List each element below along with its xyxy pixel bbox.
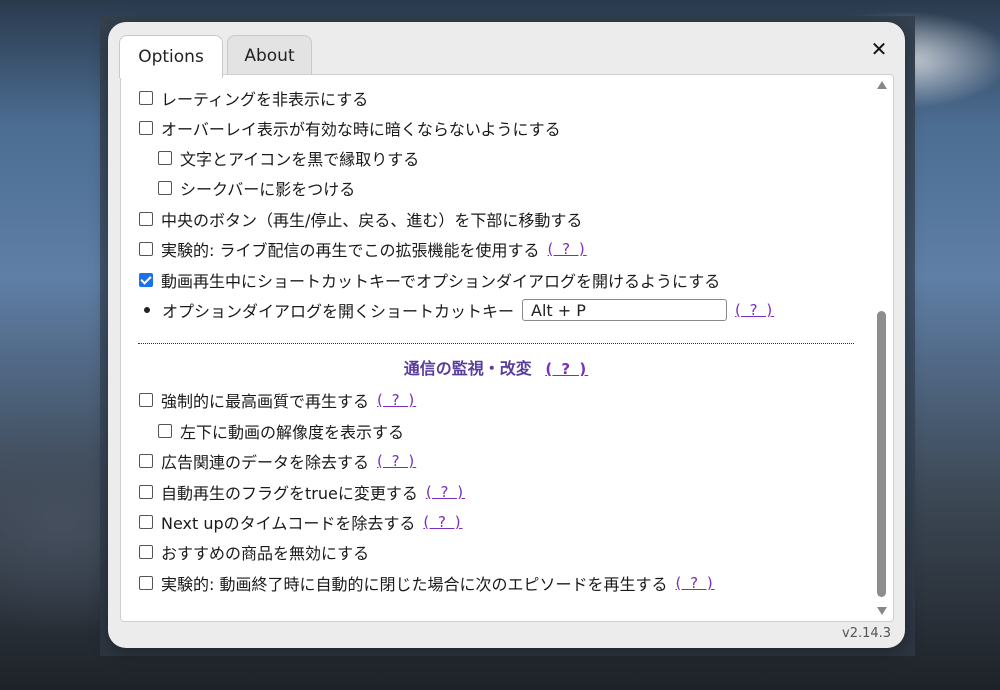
option-remove-next-up[interactable]: Next upのタイムコードを除去する ( ? ) xyxy=(139,507,463,537)
tab-options[interactable]: Options xyxy=(119,35,223,78)
checkbox-checked[interactable] xyxy=(139,273,153,287)
option-live-stream[interactable]: 実験的: ライブ配信の再生でこの拡張機能を使用する ( ? ) xyxy=(139,234,587,264)
option-remove-ads[interactable]: 広告関連のデータを除去する ( ? ) xyxy=(139,446,416,476)
tab-about[interactable]: About xyxy=(227,35,312,75)
option-no-dim-overlay[interactable]: オーバーレイ表示が有効な時に暗くならないようにする xyxy=(139,113,561,143)
checkbox[interactable] xyxy=(158,151,172,165)
checkbox[interactable] xyxy=(139,485,153,499)
option-autoplay-flag[interactable]: 自動再生のフラグをtrueに変更する ( ? ) xyxy=(139,477,465,507)
option-seekbar-shadow[interactable]: シークバーに影をつける xyxy=(158,173,355,203)
shortcut-setting: オプションダイアログを開くショートカットキー Alt + P ( ? ) xyxy=(141,295,774,325)
option-show-resolution[interactable]: 左下に動画の解像度を表示する xyxy=(158,416,404,446)
help-link[interactable]: ( ? ) xyxy=(547,240,586,258)
option-label: 文字とアイコンを黒で縁取りする xyxy=(180,150,420,169)
shortcut-input[interactable]: Alt + P xyxy=(522,299,728,321)
checkbox[interactable] xyxy=(139,515,153,529)
section-title: 通信の監視・改変 ( ? ) xyxy=(121,355,871,379)
option-play-next-episode[interactable]: 実験的: 動画終了時に自動的に閉じた場合に次のエピソードを再生する ( ? ) xyxy=(139,568,715,598)
help-link[interactable]: ( ? ) xyxy=(423,513,462,531)
option-move-center-buttons[interactable]: 中央のボタン（再生/停止、戻る、進む）を下部に移動する xyxy=(139,204,582,234)
options-dialog: Options About ✕ レーティングを非表示にする オーバーレイ表示が有… xyxy=(108,22,905,648)
checkbox[interactable] xyxy=(139,454,153,468)
checkbox[interactable] xyxy=(139,121,153,135)
option-label: 広告関連のデータを除去する xyxy=(161,453,370,472)
option-hide-rating[interactable]: レーティングを非表示にする xyxy=(139,83,368,113)
scroll-up-icon[interactable] xyxy=(877,81,887,89)
option-label: シークバーに影をつける xyxy=(180,180,356,199)
section-title-text: 通信の監視・改変 xyxy=(403,359,532,378)
shortcut-label: オプションダイアログを開くショートカットキー xyxy=(162,302,515,321)
section-divider xyxy=(138,343,854,344)
option-label: Next upのタイムコードを除去する xyxy=(161,514,416,533)
checkbox[interactable] xyxy=(139,576,153,590)
help-link[interactable]: ( ? ) xyxy=(675,574,714,592)
help-link[interactable]: ( ? ) xyxy=(735,301,774,319)
option-disable-recommendations[interactable]: おすすめの商品を無効にする xyxy=(139,537,369,567)
bullet-icon xyxy=(144,307,150,313)
option-label: 中央のボタン（再生/停止、戻る、進む）を下部に移動する xyxy=(161,211,583,230)
help-link[interactable]: ( ? ) xyxy=(377,391,416,409)
option-black-outline[interactable]: 文字とアイコンを黒で縁取りする xyxy=(158,143,419,173)
checkbox[interactable] xyxy=(139,545,153,559)
scrollbar-thumb[interactable] xyxy=(877,311,886,597)
options-panel: レーティングを非表示にする オーバーレイ表示が有効な時に暗くならないようにする … xyxy=(120,74,894,622)
option-label: 自動再生のフラグをtrueに変更する xyxy=(161,484,418,503)
close-icon[interactable]: ✕ xyxy=(868,37,890,61)
scrollbar[interactable] xyxy=(873,75,891,621)
checkbox[interactable] xyxy=(139,393,153,407)
option-label: レーティングを非表示にする xyxy=(161,90,369,109)
checkbox[interactable] xyxy=(139,91,153,105)
option-label: 強制的に最高画質で再生する xyxy=(161,392,370,411)
checkbox[interactable] xyxy=(158,181,172,195)
option-label: おすすめの商品を無効にする xyxy=(161,544,370,563)
checkbox[interactable] xyxy=(139,212,153,226)
option-label: 実験的: ライブ配信の再生でこの拡張機能を使用する xyxy=(161,241,540,260)
checkbox[interactable] xyxy=(158,424,172,438)
version-label: v2.14.3 xyxy=(842,626,892,641)
option-label: 左下に動画の解像度を表示する xyxy=(180,423,405,442)
checkbox[interactable] xyxy=(139,242,153,256)
help-link[interactable]: ( ? ) xyxy=(426,483,465,501)
option-label: 実験的: 動画終了時に自動的に閉じた場合に次のエピソードを再生する xyxy=(161,575,668,594)
help-link[interactable]: ( ? ) xyxy=(545,360,588,378)
option-label: 動画再生中にショートカットキーでオプションダイアログを開けるようにする xyxy=(161,272,721,291)
option-shortcut-enable[interactable]: 動画再生中にショートカットキーでオプションダイアログを開けるようにする xyxy=(139,265,720,295)
option-force-max-quality[interactable]: 強制的に最高画質で再生する ( ? ) xyxy=(139,385,416,415)
help-link[interactable]: ( ? ) xyxy=(377,452,416,470)
scroll-down-icon[interactable] xyxy=(877,607,887,615)
option-label: オーバーレイ表示が有効な時に暗くならないようにする xyxy=(161,120,561,139)
